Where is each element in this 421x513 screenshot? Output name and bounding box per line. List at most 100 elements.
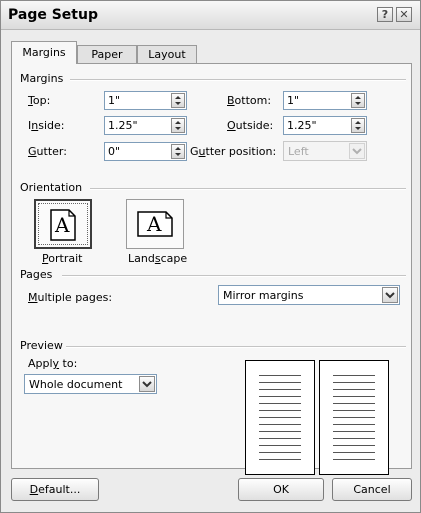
- pages-separator: [62, 275, 406, 277]
- title-bar: Page Setup ? ✕: [1, 1, 420, 30]
- cancel-button-label: Cancel: [353, 483, 391, 496]
- outside-margin-spinner[interactable]: 1.25": [283, 116, 367, 135]
- cancel-button[interactable]: Cancel: [332, 478, 412, 501]
- apply-to-label: Apply to:: [28, 357, 78, 370]
- preview-text-line: [259, 438, 301, 439]
- outside-label: Outside:: [227, 119, 274, 132]
- portrait-label: Portrait: [42, 252, 83, 265]
- multiple-pages-value: Mirror margins: [223, 289, 304, 302]
- preview-separator: [66, 346, 406, 348]
- preview-text-line: [333, 445, 375, 446]
- bottom-label: Bottom:: [227, 94, 272, 107]
- apply-to-dropdown-button[interactable]: [139, 376, 155, 392]
- bottom-margin-spinner[interactable]: 1": [283, 91, 367, 110]
- top-margin-value: 1": [108, 94, 121, 107]
- inside-label: Inside:: [28, 119, 65, 132]
- landscape-label: Landscape: [128, 252, 188, 265]
- bottom-spin-buttons[interactable]: [351, 93, 365, 108]
- inside-margin-spinner[interactable]: 1.25": [104, 116, 187, 135]
- inside-margin-value: 1.25": [108, 119, 138, 132]
- spin-arrows-icon: [175, 96, 181, 105]
- gutter-position-label: Gutter position:: [190, 145, 277, 158]
- preview-text-line: [259, 452, 301, 453]
- preview-text-line: [259, 431, 301, 432]
- preview-text-line: [333, 417, 375, 418]
- ok-button[interactable]: OK: [238, 478, 324, 501]
- preview-text-line: [259, 389, 301, 390]
- chevron-down-icon: [352, 148, 362, 155]
- preview-page-right: [319, 360, 389, 475]
- chevron-down-icon: [142, 381, 152, 388]
- preview-text-line: [259, 410, 301, 411]
- gutter-spin-buttons[interactable]: [171, 144, 185, 159]
- preview-text-line: [259, 375, 301, 376]
- preview-text-line: [333, 459, 375, 460]
- gutter-spinner[interactable]: 0": [104, 142, 187, 161]
- preview-text-line: [333, 396, 375, 397]
- spin-arrows-icon: [175, 147, 181, 156]
- preview-page-left: [245, 360, 315, 475]
- dialog-title: Page Setup: [8, 7, 98, 23]
- preview-text-line: [259, 403, 301, 404]
- gutter-position-select[interactable]: Left: [283, 141, 367, 161]
- preview-text-line: [259, 417, 301, 418]
- margins-section-heading: Margins: [20, 72, 64, 85]
- gutter-position-value: Left: [288, 145, 309, 158]
- pages-section-heading: Pages: [20, 268, 53, 281]
- preview-text-line: [333, 382, 375, 383]
- bottom-margin-value: 1": [287, 94, 300, 107]
- spin-arrows-icon: [175, 121, 181, 130]
- page-setup-dialog: Page Setup ? ✕ Margins Paper Layout Marg…: [0, 0, 421, 513]
- tab-paper[interactable]: Paper: [77, 45, 137, 63]
- chevron-down-icon: [385, 292, 395, 299]
- landscape-glyph: A: [147, 212, 162, 236]
- portrait-option[interactable]: A: [34, 199, 92, 249]
- landscape-option[interactable]: A: [126, 199, 184, 249]
- preview-text-line: [333, 403, 375, 404]
- help-icon: ?: [381, 8, 389, 21]
- preview-text-line: [333, 375, 375, 376]
- gutter-position-dropdown-button[interactable]: [349, 143, 365, 159]
- preview-text-line: [333, 410, 375, 411]
- margins-separator: [70, 79, 406, 81]
- ok-button-label: OK: [273, 483, 289, 496]
- close-button[interactable]: ✕: [396, 7, 412, 22]
- multiple-pages-dropdown-button[interactable]: [382, 287, 398, 303]
- margins-tab-panel: Margins Top: 1" Bottom: 1" Inside: 1.25"…: [11, 63, 412, 475]
- spin-arrows-icon: [355, 121, 361, 130]
- portrait-glyph: A: [55, 213, 70, 237]
- outside-spin-buttons[interactable]: [351, 118, 365, 133]
- top-label: Top:: [28, 94, 51, 107]
- gutter-label: Gutter:: [28, 145, 67, 158]
- preview-text-line: [333, 452, 375, 453]
- preview-section-heading: Preview: [20, 339, 63, 352]
- tab-layout[interactable]: Layout: [137, 45, 197, 63]
- default-button[interactable]: Default...: [11, 478, 99, 501]
- preview-text-line: [333, 424, 375, 425]
- tab-margins-label: Margins: [22, 46, 66, 59]
- orientation-section-heading: Orientation: [20, 181, 83, 194]
- close-icon: ✕: [399, 8, 409, 21]
- preview-text-line: [333, 389, 375, 390]
- preview-text-line: [259, 445, 301, 446]
- tab-paper-label: Paper: [91, 48, 123, 61]
- apply-to-select[interactable]: Whole document: [24, 374, 157, 394]
- help-button[interactable]: ?: [377, 7, 393, 22]
- inside-spin-buttons[interactable]: [171, 118, 185, 133]
- outside-margin-value: 1.25": [287, 119, 317, 132]
- top-margin-spinner[interactable]: 1": [104, 91, 187, 110]
- orientation-separator: [90, 188, 406, 190]
- tab-margins[interactable]: Margins: [11, 41, 77, 64]
- spin-arrows-icon: [355, 96, 361, 105]
- multiple-pages-select[interactable]: Mirror margins: [218, 285, 400, 305]
- preview-text-line: [259, 382, 301, 383]
- preview-text-line: [333, 431, 375, 432]
- preview-text-line: [259, 424, 301, 425]
- tab-layout-label: Layout: [148, 48, 186, 61]
- apply-to-value: Whole document: [29, 378, 123, 391]
- preview-text-line: [333, 438, 375, 439]
- top-spin-buttons[interactable]: [171, 93, 185, 108]
- gutter-value: 0": [108, 145, 121, 158]
- preview-text-line: [259, 459, 301, 460]
- preview-text-line: [259, 396, 301, 397]
